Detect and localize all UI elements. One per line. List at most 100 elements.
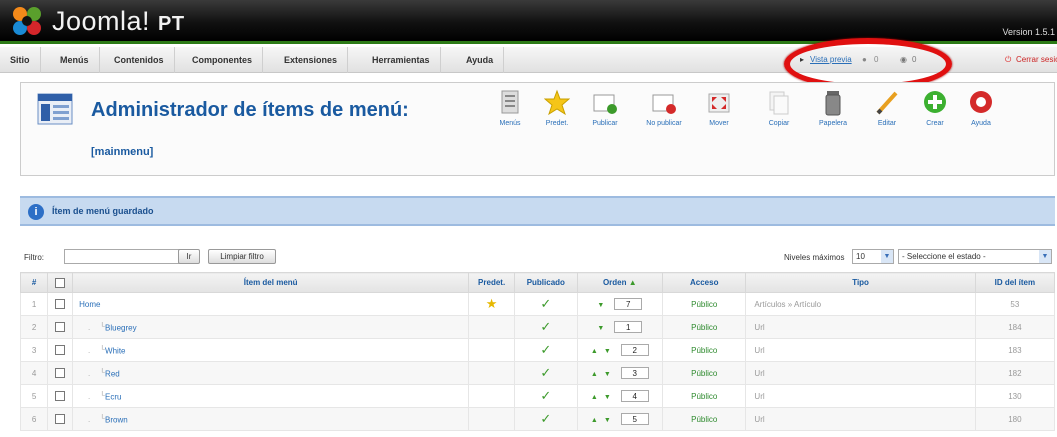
order-input[interactable]: 3 xyxy=(620,367,649,379)
published-check-icon[interactable]: ✓ xyxy=(540,365,551,380)
order-up-icon[interactable]: ▲ xyxy=(591,348,598,355)
menu-contenidos[interactable]: Contenidos xyxy=(104,47,175,73)
trash-icon xyxy=(825,91,841,116)
access-link[interactable]: Público xyxy=(662,315,747,339)
order-up-icon[interactable]: ▲ xyxy=(591,371,598,378)
toolbar-move-button[interactable]: Mover xyxy=(697,89,741,127)
item-type: Url xyxy=(745,338,976,362)
col-default[interactable]: Predet. xyxy=(468,272,516,293)
table-row[interactable]: 2 . LBluegrey ✓ ▼ 1 Público Url 184 xyxy=(19,315,1056,339)
access-link[interactable]: Público xyxy=(662,407,747,431)
col-id-label: ID del ítem xyxy=(994,278,1036,287)
menu-ayuda[interactable]: Ayuda xyxy=(456,47,505,73)
col-published[interactable]: Publicado xyxy=(514,272,578,293)
order-down-icon[interactable]: ▼ xyxy=(597,302,604,309)
order-input[interactable]: 4 xyxy=(620,390,649,402)
order-down-icon[interactable]: ▼ xyxy=(604,371,611,378)
row-default: ★ xyxy=(468,292,516,316)
row-order: ▲ ▼ 2 xyxy=(576,338,664,362)
toolbar-menus-button[interactable]: Menús xyxy=(488,89,532,127)
row-checkbox[interactable] xyxy=(55,345,66,355)
toolbar-help-button[interactable]: Ayuda xyxy=(959,89,1003,127)
filter-reset-button[interactable]: Limpiar filtro xyxy=(208,249,276,264)
row-checkbox[interactable] xyxy=(55,322,66,332)
published-check-icon[interactable]: ✓ xyxy=(540,342,551,357)
toolbar-unpublish-button[interactable]: No publicar xyxy=(637,89,691,127)
row-checkbox[interactable] xyxy=(55,414,66,424)
toolbar-trash-button[interactable]: Papelera xyxy=(811,89,855,127)
menu-sitio[interactable]: Sitio xyxy=(0,47,41,73)
row-checkbox[interactable] xyxy=(55,391,66,401)
access-link[interactable]: Público xyxy=(662,292,747,316)
order-down-icon[interactable]: ▼ xyxy=(604,417,611,424)
order-down-icon[interactable]: ▼ xyxy=(604,394,611,401)
item-id: 183 xyxy=(974,338,1056,362)
table-row[interactable]: 1 Home ★ ✓ ▼ 7 Público Artículos » Artículo 53 xyxy=(19,292,1056,316)
published-check-icon[interactable]: ✓ xyxy=(540,319,551,334)
item-name-link[interactable]: Ecru xyxy=(105,392,121,401)
toolbar-default-button[interactable]: Predet. xyxy=(535,89,579,127)
item-name-link[interactable]: Red xyxy=(105,369,120,378)
toolbar-copy-button[interactable]: Copiar xyxy=(757,89,801,127)
access-link[interactable]: Público xyxy=(662,338,747,362)
menu-componentes[interactable]: Componentes xyxy=(182,47,264,73)
menu-herramientas[interactable]: Herramientas xyxy=(362,47,441,73)
row-item-cell: . LBluegrey xyxy=(72,315,470,339)
order-input[interactable]: 1 xyxy=(614,321,643,333)
levels-select[interactable]: 10 ▼ xyxy=(852,249,894,264)
table-row[interactable]: 3 . LWhite ✓ ▲ ▼ 2 Público Url 183 xyxy=(19,338,1056,362)
row-number: 5 xyxy=(19,384,49,408)
row-order: ▲ ▼ 4 xyxy=(576,384,664,408)
col-order[interactable]: Orden ▲ xyxy=(576,272,664,293)
levels-value: 10 xyxy=(856,252,865,261)
menu-manager-icon xyxy=(37,93,73,125)
select-all-checkbox[interactable] xyxy=(55,277,66,288)
row-checkbox[interactable] xyxy=(55,299,66,309)
col-access-label: Acceso xyxy=(690,278,719,287)
access-link[interactable]: Público xyxy=(662,361,747,385)
table-row[interactable]: 6 . LBrown ✓ ▲ ▼ 5 Público Url 180 xyxy=(19,407,1056,431)
order-input[interactable]: 7 xyxy=(614,298,643,310)
filter-go-button[interactable]: Ir xyxy=(178,249,200,264)
order-input[interactable]: 5 xyxy=(620,413,649,425)
logout-link[interactable]: Cerrar sesión xyxy=(1016,47,1057,73)
order-up-icon[interactable]: ▲ xyxy=(591,394,598,401)
col-type[interactable]: Tipo xyxy=(745,272,976,293)
system-message: i Ítem de menú guardado xyxy=(20,196,1055,226)
version-label: Version 1.5.1 xyxy=(1002,27,1055,37)
col-id[interactable]: ID del ítem xyxy=(974,272,1056,293)
published-check-icon[interactable]: ✓ xyxy=(540,388,551,403)
menu-extensiones[interactable]: Extensiones xyxy=(274,47,349,73)
toolbar-edit-button[interactable]: Editar xyxy=(865,89,909,127)
item-name-link[interactable]: White xyxy=(105,346,125,355)
toolbar-new-button[interactable]: Crear xyxy=(913,89,957,127)
table-row[interactable]: 4 . LRed ✓ ▲ ▼ 3 Público Url 182 xyxy=(19,361,1056,385)
info-icon: i xyxy=(28,204,44,220)
col-item[interactable]: Ítem del menú xyxy=(72,272,470,293)
col-type-label: Tipo xyxy=(852,278,869,287)
published-check-icon[interactable]: ✓ xyxy=(540,296,551,311)
toolbar-publish-button[interactable]: Publicar xyxy=(583,89,627,127)
filter-input[interactable] xyxy=(64,249,188,264)
menu-type-subtitle: [mainmenu] xyxy=(91,146,154,158)
order-down-icon[interactable]: ▼ xyxy=(597,325,604,332)
col-access[interactable]: Acceso xyxy=(662,272,747,293)
row-checkbox[interactable] xyxy=(55,368,66,378)
item-name-link[interactable]: Home xyxy=(79,300,100,309)
table-row[interactable]: 5 . LEcru ✓ ▲ ▼ 4 Público Url 130 xyxy=(19,384,1056,408)
menu-menus[interactable]: Menús xyxy=(50,47,100,73)
order-down-icon[interactable]: ▼ xyxy=(604,348,611,355)
published-check-icon[interactable]: ✓ xyxy=(540,411,551,426)
toolbar-edit-label: Editar xyxy=(877,120,897,127)
order-input[interactable]: 2 xyxy=(620,344,649,356)
logo-suffix: PT xyxy=(158,13,185,35)
row-select xyxy=(47,292,74,316)
default-star-icon[interactable]: ★ xyxy=(486,296,498,311)
state-select[interactable]: - Seleccione el estado - ▼ xyxy=(898,249,1052,264)
item-name-link[interactable]: Brown xyxy=(105,415,128,424)
logo-text: Joomla! PT xyxy=(52,6,185,37)
tree-indent: . L xyxy=(79,321,106,333)
access-link[interactable]: Público xyxy=(662,384,747,408)
order-up-icon[interactable]: ▲ xyxy=(591,417,598,424)
item-name-link[interactable]: Bluegrey xyxy=(105,323,137,332)
